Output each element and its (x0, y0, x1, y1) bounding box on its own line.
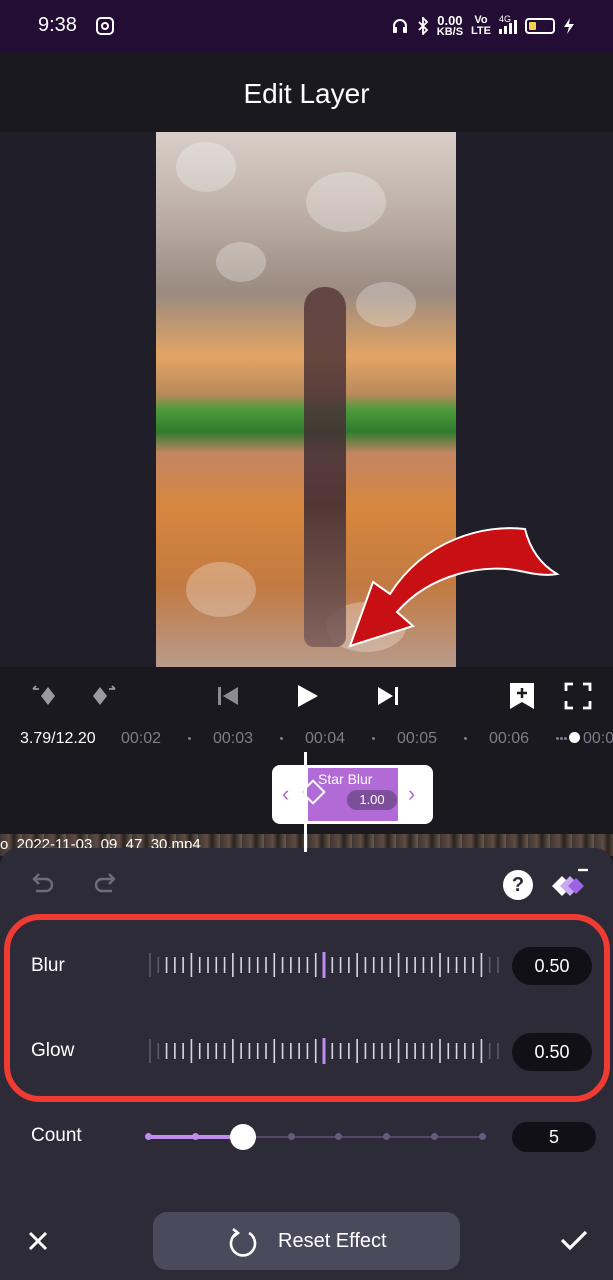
status-bar: 9:38 0.00 KB/S Vo LTE 4G (0, 0, 613, 52)
highlight-annotation (4, 914, 610, 1102)
red-arrow-annotation (348, 527, 560, 648)
fullscreen-icon[interactable] (564, 681, 592, 711)
undo-icon[interactable] (28, 868, 56, 896)
network-speed: 0.00 KB/S (436, 13, 464, 38)
chevron-left-icon[interactable]: ‹ (282, 781, 289, 807)
volte-indicator: Vo LTE (471, 14, 491, 37)
glow-label: Glow (31, 1040, 75, 1061)
refresh-icon (229, 1227, 257, 1257)
instagram-icon (96, 17, 114, 35)
clip-value: 1.00 (347, 790, 397, 810)
count-slider[interactable] (144, 1124, 486, 1150)
status-icons: 0.00 KB/S Vo LTE 4G (391, 13, 575, 38)
blur-slider[interactable] (148, 952, 500, 978)
tick-label: 00:05 (397, 730, 438, 747)
skip-start-icon[interactable] (216, 681, 240, 711)
count-step-dot[interactable] (430, 1133, 438, 1140)
glow-value[interactable]: 0.50 (512, 1033, 592, 1071)
clip-label: Star Blur (318, 771, 373, 787)
tick-label: 00:0 (583, 730, 613, 747)
page-title: Edit Layer (243, 78, 370, 109)
headphones-icon (392, 18, 407, 33)
tick-dot (564, 737, 567, 740)
tick-dot (560, 737, 563, 740)
tick-dot (464, 737, 467, 740)
close-icon[interactable] (26, 1229, 50, 1253)
bluetooth-icon (418, 16, 429, 35)
layers-icon[interactable] (548, 866, 590, 902)
signal-icon: 4G (499, 14, 517, 34)
playback-controls (0, 667, 613, 727)
reset-effect-label: Reset Effect (278, 1230, 387, 1252)
tick-label: 00:04 (305, 730, 346, 747)
blur-label: Blur (31, 955, 65, 976)
effect-clip[interactable]: ‹ Star Blur 1.00 › (272, 765, 433, 824)
chevron-right-icon[interactable]: › (408, 781, 415, 807)
charging-icon (564, 17, 574, 34)
glow-slider[interactable] (148, 1038, 500, 1064)
playhead[interactable] (304, 752, 307, 852)
time-ruler[interactable]: 3.79/12.20 00:02 00:03 00:04 00:05 00:06… (0, 727, 613, 749)
bookmark-plus-icon[interactable] (508, 681, 536, 711)
zoom-handle[interactable] (569, 732, 580, 743)
tick-label: 00:03 (213, 730, 254, 747)
tick-label: 00:06 (489, 730, 530, 747)
count-label: Count (31, 1125, 82, 1146)
tick-dot (188, 737, 191, 740)
count-value[interactable]: 5 (512, 1122, 596, 1152)
count-step-dot[interactable] (287, 1133, 295, 1140)
time-readout: 3.79/12.20 (20, 730, 96, 747)
tick-label: 00:02 (121, 730, 162, 747)
battery-icon (525, 17, 555, 34)
tick-dot (372, 737, 375, 740)
effect-panel: ? Blur 0.50 Glow 0.50 Count 5 Reset Effe… (0, 848, 613, 1280)
count-step-dot[interactable] (335, 1133, 343, 1140)
tick-dot (556, 737, 559, 740)
count-slider-knob[interactable] (230, 1124, 257, 1150)
slider-indicator[interactable] (322, 1038, 326, 1064)
play-icon[interactable] (296, 681, 320, 711)
count-step-dot[interactable] (383, 1133, 391, 1140)
help-icon[interactable]: ? (503, 870, 533, 900)
diamond-left-icon[interactable] (30, 681, 60, 711)
preview-area (0, 132, 613, 667)
check-icon[interactable] (559, 1228, 589, 1252)
skip-end-icon[interactable] (376, 681, 400, 711)
reset-effect-button[interactable]: Reset Effect (153, 1212, 460, 1270)
redo-icon[interactable] (92, 868, 120, 896)
tick-dot (280, 737, 283, 740)
status-time: 9:38 (38, 14, 77, 36)
count-step-dot[interactable] (478, 1133, 486, 1140)
slider-indicator[interactable] (322, 952, 326, 978)
blur-value[interactable]: 0.50 (512, 947, 592, 985)
header: Edit Layer (0, 52, 613, 132)
count-step-dot[interactable] (144, 1133, 152, 1140)
diamond-right-icon[interactable] (88, 681, 118, 711)
